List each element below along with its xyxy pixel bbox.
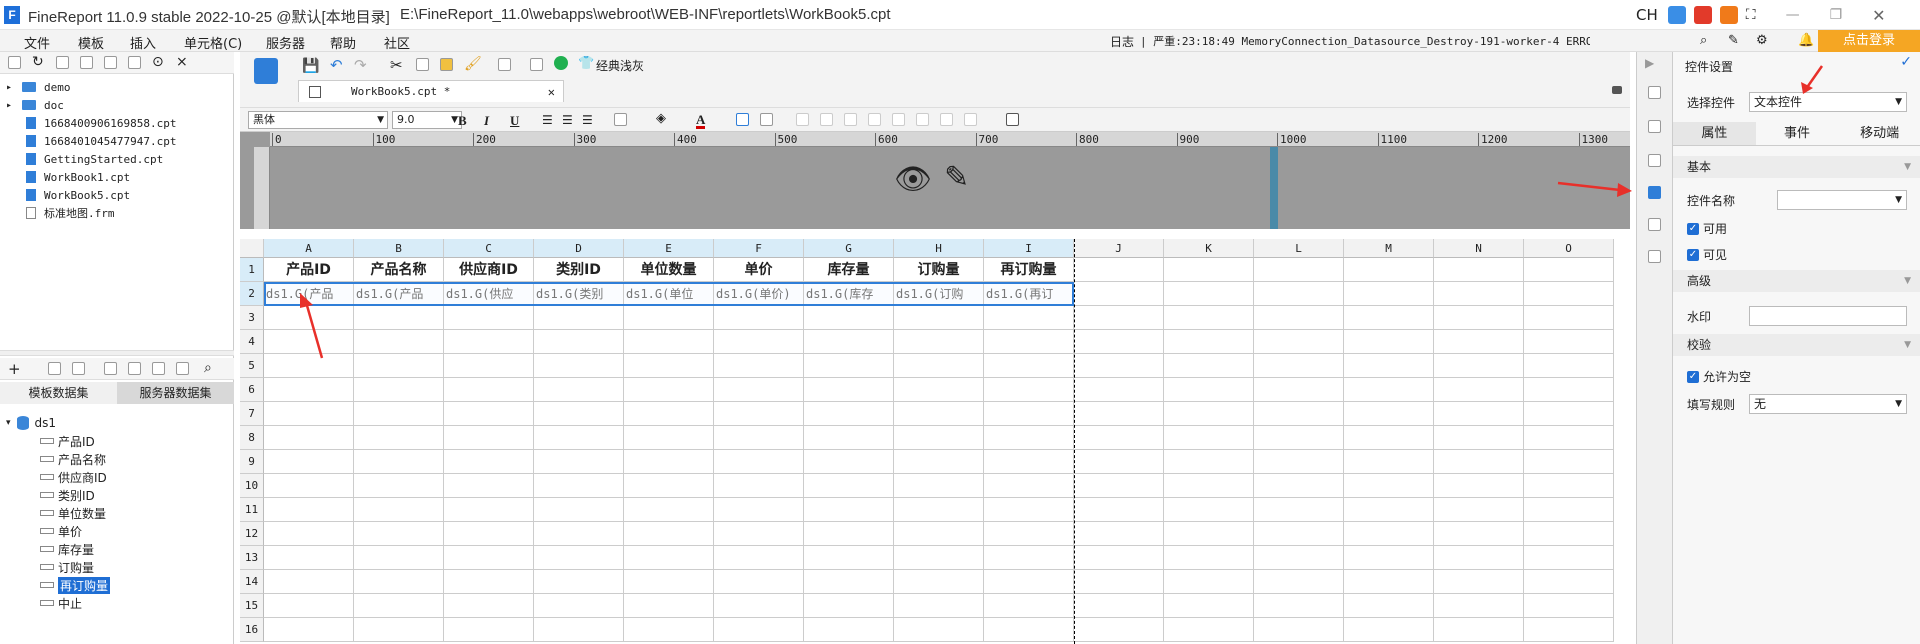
annotation-arrow-cell (304, 301, 324, 359)
annotation-arrowhead-select (1801, 82, 1813, 94)
annotation-arrowhead-strip (1617, 183, 1632, 197)
annotation-arrow-select (1806, 65, 1824, 87)
annotation-arrowhead-cell (300, 293, 313, 308)
annotation-arrows (300, 65, 1824, 359)
annotation-arrow-strip (1557, 181, 1621, 192)
